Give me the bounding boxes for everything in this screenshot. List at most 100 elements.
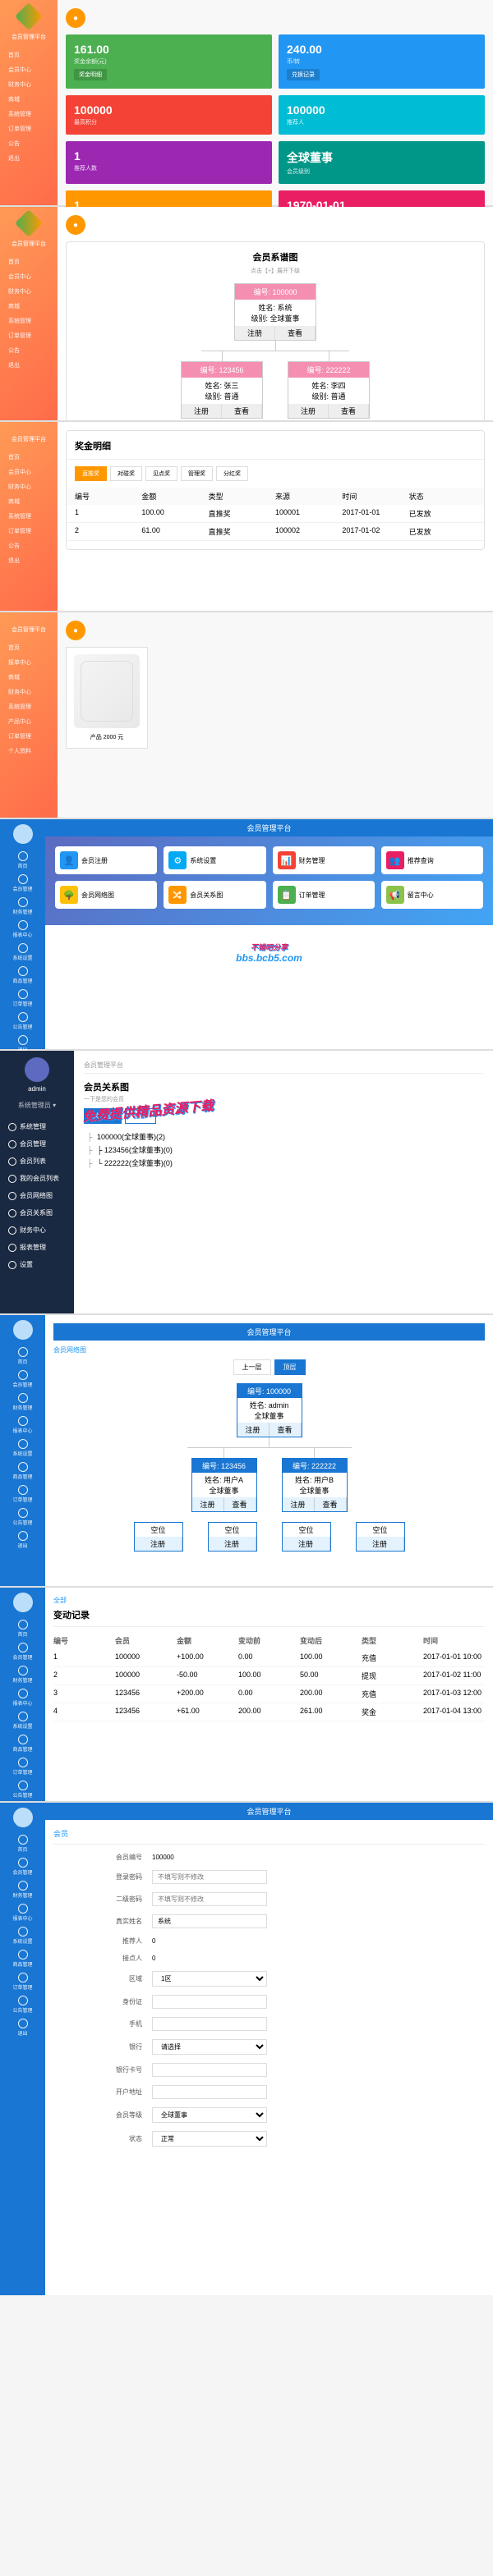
nav-item[interactable]: 订单管理	[0, 328, 58, 343]
select-状态[interactable]: 正常	[152, 2131, 267, 2147]
input-身份证[interactable]	[152, 1995, 267, 2009]
nav-item[interactable]: 订单管理	[0, 121, 58, 136]
nav-item[interactable]: 退出	[0, 151, 58, 166]
select-会员等级[interactable]: 全球董事	[152, 2107, 267, 2123]
nav-item[interactable]: 退出	[0, 2016, 45, 2039]
nav-item[interactable]: 财务中心	[0, 1222, 74, 1239]
nav-item[interactable]: 订单管理	[0, 729, 58, 744]
nav-item[interactable]: 报表中心	[0, 1414, 45, 1437]
nav-item[interactable]: 设置	[0, 1256, 74, 1273]
org-node-empty[interactable]: 空位注册	[208, 1522, 257, 1552]
org-node[interactable]: 编号: 123456姓名: 用户A全球董事注册查看	[191, 1458, 257, 1512]
nav-item[interactable]: 商城	[0, 299, 58, 314]
input-登录密码[interactable]	[152, 1870, 267, 1884]
nav-item[interactable]: 首页	[0, 1832, 45, 1855]
stat-card[interactable]: 100000推荐人	[279, 95, 485, 135]
dashboard-tile[interactable]: 🔀会员关系图	[164, 881, 265, 909]
nav-item[interactable]: 退出	[0, 553, 58, 568]
tree-node[interactable]: ├ 123456(全球董事)(0)	[84, 1144, 483, 1157]
dashboard-tile[interactable]: 📢留言中心	[381, 881, 483, 909]
tab[interactable]: 对碰奖	[110, 466, 142, 481]
nav-item[interactable]: 报单中心	[0, 655, 58, 670]
nav-item[interactable]: 首页	[0, 254, 58, 269]
org-node-root[interactable]: 编号: 100000 姓名: 系统级别: 全球董事 注册查看	[234, 283, 316, 341]
nav-item[interactable]: 会员列表	[0, 1153, 74, 1170]
nav-item[interactable]: 商城	[0, 670, 58, 685]
nav-item[interactable]: 商城	[0, 494, 58, 509]
tab[interactable]: 直推奖	[75, 466, 107, 481]
nav-item[interactable]: 系统设置	[0, 1709, 45, 1732]
nav-item[interactable]: 财务管理	[0, 1878, 45, 1901]
op-register[interactable]: 注册	[235, 326, 275, 340]
nav-item[interactable]: 财务管理	[0, 895, 45, 918]
nav-item[interactable]: 会员中心	[0, 269, 58, 284]
nav-item[interactable]: 商城	[0, 92, 58, 107]
nav-item[interactable]: 订单管理	[0, 1755, 45, 1778]
nav-item[interactable]: 财务管理	[0, 1663, 45, 1686]
tab[interactable]: 见点奖	[145, 466, 177, 481]
nav-item[interactable]: 系统设置	[0, 1437, 45, 1460]
dashboard-tile[interactable]: 📋订单管理	[273, 881, 375, 909]
btn-up[interactable]: 上一层	[233, 1359, 271, 1375]
org-node[interactable]: 编号: 123456姓名: 张三级别: 普通注册查看	[181, 361, 263, 419]
nav-item[interactable]: 首页	[0, 48, 58, 62]
dashboard-tile[interactable]: 📊财务管理	[273, 846, 375, 874]
nav-item[interactable]: 报表中心	[0, 1686, 45, 1709]
org-node[interactable]: 编号: 222222姓名: 李四级别: 普通注册查看	[288, 361, 370, 419]
nav-item[interactable]: 订单管理	[0, 987, 45, 1010]
nav-item[interactable]: 商品管理	[0, 964, 45, 987]
nav-item[interactable]: 订单管理	[0, 524, 58, 539]
select-银行[interactable]: 请选择	[152, 2039, 267, 2055]
stat-card[interactable]: 161.00奖金余额(元)奖金明细	[66, 34, 272, 89]
input-开户地址[interactable]	[152, 2085, 267, 2099]
nav-item[interactable]: 系统管理	[0, 699, 58, 714]
tree-node[interactable]: 100000(全球董事)(2)	[84, 1130, 483, 1144]
org-node-empty[interactable]: 空位注册	[134, 1522, 183, 1552]
nav-item[interactable]: 公告管理	[0, 1993, 45, 2016]
dashboard-tile[interactable]: 👥推荐查询	[381, 846, 483, 874]
nav-item[interactable]: 公告	[0, 343, 58, 358]
input-二级密码[interactable]	[152, 1892, 267, 1906]
nav-item[interactable]: 系统管理	[0, 509, 58, 524]
org-node-empty[interactable]: 空位注册	[356, 1522, 405, 1552]
card-button[interactable]: 兑换记录	[287, 69, 320, 80]
nav-item[interactable]: 财务中心	[0, 479, 58, 494]
nav-item[interactable]: 会员管理	[0, 872, 45, 895]
nav-item[interactable]: 公告管理	[0, 1506, 45, 1529]
nav-item[interactable]: 商品管理	[0, 1732, 45, 1755]
stat-card[interactable]: 全球董事会员级别	[279, 141, 485, 184]
btn-all[interactable]: 全部	[125, 1108, 156, 1124]
nav-item[interactable]: 首页	[0, 1345, 45, 1368]
nav-item[interactable]: 公告管理	[0, 1778, 45, 1801]
dashboard-tile[interactable]: 👤会员注册	[55, 846, 157, 874]
nav-item[interactable]: 首页	[0, 640, 58, 655]
nav-item[interactable]: 系统管理	[0, 314, 58, 328]
nav-item[interactable]: 报表中心	[0, 918, 45, 941]
nav-item[interactable]: 我的会员列表	[0, 1170, 74, 1187]
nav-item[interactable]: 会员管理	[0, 1368, 45, 1391]
nav-item[interactable]: 订单管理	[0, 1483, 45, 1506]
op-view[interactable]: 查看	[275, 326, 316, 340]
nav-item[interactable]: 会员管理	[0, 1855, 45, 1878]
tree-node[interactable]: └ 222222(全球董事)(0)	[84, 1157, 483, 1170]
nav-item[interactable]: 订单管理	[0, 1970, 45, 1993]
nav-item[interactable]: 财务中心	[0, 77, 58, 92]
input-真实姓名[interactable]	[152, 1914, 267, 1928]
nav-item[interactable]: 公告	[0, 539, 58, 553]
nav-item[interactable]: 首页	[0, 849, 45, 872]
nav-item[interactable]: 公告	[0, 136, 58, 151]
select-区域[interactable]: 1区	[152, 1971, 267, 1987]
nav-item[interactable]: 会员管理	[0, 1135, 74, 1153]
nav-item[interactable]: 系统管理	[0, 1118, 74, 1135]
stat-card[interactable]: 100000最高积分	[66, 95, 272, 135]
btn-relation[interactable]: 关系图	[84, 1108, 122, 1124]
nav-item[interactable]: 产品中心	[0, 714, 58, 729]
nav-item[interactable]: 会员网络图	[0, 1187, 74, 1204]
nav-item[interactable]: 个人资料	[0, 744, 58, 759]
nav-item[interactable]: 系统管理	[0, 107, 58, 121]
dashboard-tile[interactable]: ⚙系统设置	[164, 846, 265, 874]
nav-item[interactable]: 商品管理	[0, 1947, 45, 1970]
org-node-root[interactable]: 编号: 100000 姓名: admin全球董事 注册查看	[237, 1383, 302, 1437]
nav-item[interactable]: 财务中心	[0, 685, 58, 699]
stat-card[interactable]: 1推荐人数	[66, 141, 272, 184]
